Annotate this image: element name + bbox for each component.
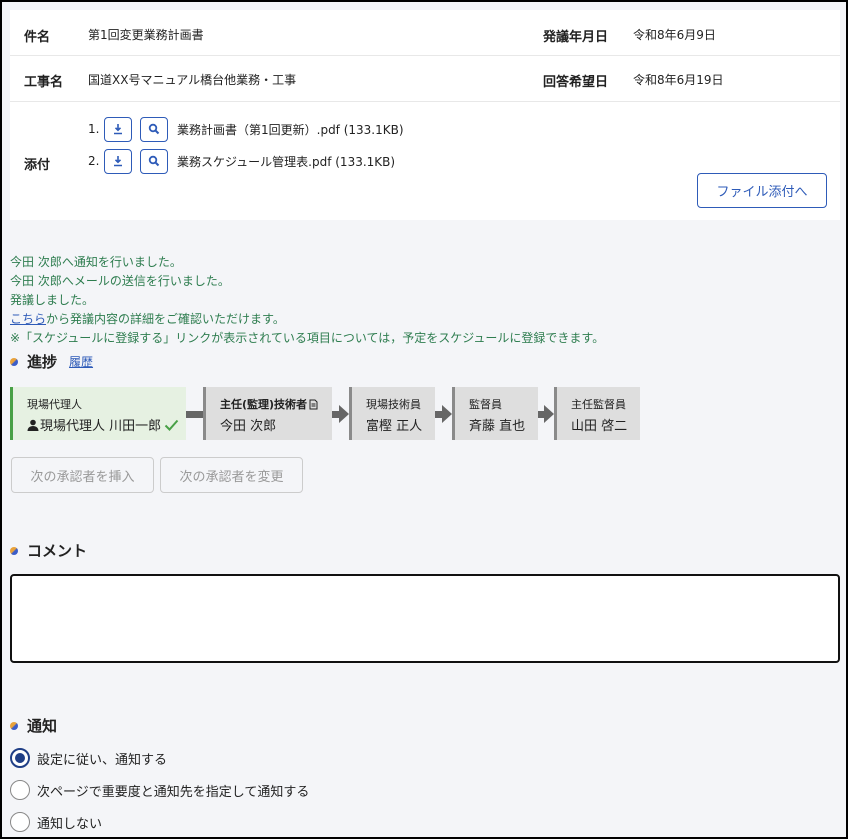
history-link[interactable]: 履歴 xyxy=(69,353,93,370)
arrow-right-icon xyxy=(442,405,452,423)
approval-step: 主任(監理)技術者 今田 次郎 xyxy=(203,387,332,440)
check-icon xyxy=(164,419,179,431)
comment-section-title: コメント xyxy=(10,540,87,561)
radio-button[interactable] xyxy=(10,812,30,832)
reply-date-label: 回答希望日 xyxy=(543,75,609,90)
arrow-right-icon xyxy=(544,405,554,423)
notify-option[interactable]: 設定に従い、通知する xyxy=(10,748,167,768)
approval-step: 現場技術員 富樫 正人 xyxy=(349,387,435,440)
notice-line-text: から発議内容の詳細をご確認いただけます。 xyxy=(46,312,285,326)
step-person: 山田 啓二 xyxy=(571,419,628,434)
reply-date-value: 令和8年6月19日 xyxy=(633,73,724,87)
attachment-item: 2. 業務スケジュール管理表.pdf (133.1KB) xyxy=(88,148,395,174)
notice-line: 今田 次郎へ通知を行いました。 xyxy=(10,255,182,269)
project-value: 国道XX号マニュアル橋台他業務・工事 xyxy=(88,73,297,87)
details-link[interactable]: こちら xyxy=(10,312,46,326)
preview-button[interactable] xyxy=(140,148,168,174)
attachment-number: 1. xyxy=(88,122,100,136)
comment-title: コメント xyxy=(27,542,88,560)
step-role: 主任(監理)技術者 xyxy=(220,398,308,411)
download-icon xyxy=(114,156,122,167)
step-role: 監督員 xyxy=(469,398,502,411)
attach-file-button[interactable]: ファイル添付へ xyxy=(697,173,827,208)
info-row-subject: 件名 第1回変更業務計画書 発議年月日 令和8年6月9日 xyxy=(10,10,840,56)
subject-value: 第1回変更業務計画書 xyxy=(88,28,204,42)
step-person: 富樫 正人 xyxy=(366,419,423,434)
step-person-name: 現場代理人 川田一郎 xyxy=(40,419,162,434)
magnifier-icon xyxy=(148,123,160,135)
notify-option-label: 設定に従い、通知する xyxy=(37,752,168,768)
user-icon xyxy=(27,419,39,431)
step-arrow-shaft xyxy=(332,411,339,418)
step-role-row: 主任(監理)技術者 xyxy=(220,396,332,412)
step-role: 現場代理人 xyxy=(27,398,82,411)
progress-section-title: 進捗 履歴 xyxy=(10,351,93,372)
download-button[interactable] xyxy=(104,116,132,142)
notify-section-title: 通知 xyxy=(10,715,57,736)
approval-step: 主任監督員 山田 啓二 xyxy=(554,387,640,440)
comment-textarea[interactable] xyxy=(10,574,840,663)
notice-line: 今田 次郎へメールの送信を行いました。 xyxy=(10,274,230,288)
notice-line: こちらから発議内容の詳細をご確認いただけます。 xyxy=(10,310,604,329)
project-label: 工事名 xyxy=(24,75,64,90)
info-row-attachments: 添付 1. 業務計画書（第1回更新）.pdf (133.1KB) 2. 業務スケ… xyxy=(10,102,840,220)
issue-date-label: 発議年月日 xyxy=(543,30,609,45)
notify-option-label: 通知しない xyxy=(37,816,103,832)
download-button[interactable] xyxy=(104,148,132,174)
step-arrow-shaft xyxy=(435,411,442,418)
notice-line: ※「スケジュールに登録する」リンクが表示されている項目については，予定をスケジュ… xyxy=(10,331,605,345)
document-info-card: 件名 第1回変更業務計画書 発議年月日 令和8年6月9日 工事名 国道XX号マニ… xyxy=(10,10,840,220)
step-person: 今田 次郎 xyxy=(220,419,277,434)
preview-button[interactable] xyxy=(140,116,168,142)
issue-date-value: 令和8年6月9日 xyxy=(633,28,716,42)
attachment-number: 2. xyxy=(88,154,100,168)
attachment-name[interactable]: 業務スケジュール管理表.pdf (133.1KB) xyxy=(177,153,395,170)
notify-option[interactable]: 次ページで重要度と通知先を指定して通知する xyxy=(10,780,309,800)
notify-option-label: 次ページで重要度と通知先を指定して通知する xyxy=(37,784,310,800)
progress-title: 進捗 xyxy=(27,353,58,371)
attach-label: 添付 xyxy=(24,158,51,173)
notify-option[interactable]: 通知しない xyxy=(10,812,102,832)
approval-step: 監督員 斉藤 直也 xyxy=(452,387,538,440)
approval-step: 現場代理人 現場代理人 川田一郎 xyxy=(10,387,186,440)
step-role: 現場技術員 xyxy=(366,398,421,411)
notice-line: 発議しました。 xyxy=(10,293,95,307)
change-approver-button[interactable]: 次の承認者を変更 xyxy=(160,457,303,493)
notice-messages: 今田 次郎へ通知を行いました。 今田 次郎へメールの送信を行いました。 発議しま… xyxy=(10,253,604,348)
step-connector xyxy=(186,411,203,418)
radio-button-checked[interactable] xyxy=(10,748,30,768)
notify-title: 通知 xyxy=(27,717,58,735)
section-bullet-icon xyxy=(10,357,18,366)
radio-button[interactable] xyxy=(10,780,30,800)
info-row-project: 工事名 国道XX号マニュアル橋台他業務・工事 回答希望日 令和8年6月19日 xyxy=(10,56,840,102)
subject-label: 件名 xyxy=(24,30,51,45)
document-icon xyxy=(309,399,318,409)
section-bullet-icon xyxy=(10,546,18,555)
attachment-item: 1. 業務計画書（第1回更新）.pdf (133.1KB) xyxy=(88,116,404,142)
section-bullet-icon xyxy=(10,721,18,730)
step-person: 現場代理人 川田一郎 xyxy=(27,415,186,434)
step-role: 主任監督員 xyxy=(571,398,626,411)
step-person: 斉藤 直也 xyxy=(469,419,526,434)
magnifier-icon xyxy=(148,155,160,167)
download-icon xyxy=(114,124,122,135)
attachment-name[interactable]: 業務計画書（第1回更新）.pdf (133.1KB) xyxy=(177,121,404,138)
insert-approver-button[interactable]: 次の承認者を挿入 xyxy=(11,457,154,493)
arrow-right-icon xyxy=(339,405,349,423)
